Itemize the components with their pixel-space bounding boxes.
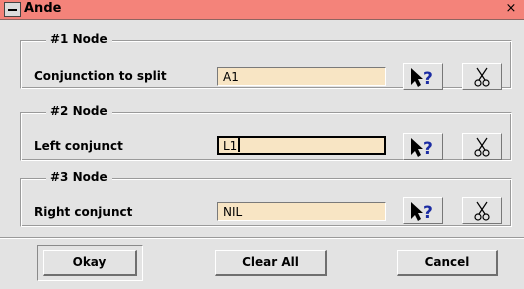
conjunction-to-split-label: Conjunction to split [34, 69, 167, 83]
node-3-legend: #3 Node [46, 170, 112, 184]
left-conjunct-field[interactable]: L1 [217, 136, 386, 155]
pointer-question-icon: ? [411, 138, 433, 159]
pick-node-button-1[interactable]: ? [403, 63, 443, 90]
text-caret [238, 138, 241, 152]
scissors-icon [474, 137, 490, 157]
window-menu-icon[interactable] [4, 2, 21, 17]
left-conjunct-value: L1 [223, 139, 238, 153]
close-icon[interactable]: × [503, 2, 519, 16]
node-2-legend: #2 Node [46, 104, 112, 118]
node-1-legend: #1 Node [46, 32, 112, 46]
okay-button[interactable]: Okay [43, 250, 137, 276]
scissors-icon [474, 201, 490, 221]
cut-button-3[interactable] [462, 197, 502, 224]
pointer-question-icon: ? [411, 202, 433, 223]
right-conjunct-value: NIL [223, 205, 243, 219]
button-separator [0, 237, 524, 239]
left-conjunct-label: Left conjunct [34, 139, 123, 153]
clear-all-button[interactable]: Clear All [215, 250, 327, 276]
conjunction-to-split-value: A1 [223, 70, 239, 84]
pick-node-button-2[interactable]: ? [403, 133, 443, 160]
pointer-question-icon: ? [411, 68, 433, 89]
svg-text:?: ? [423, 203, 433, 223]
cancel-button[interactable]: Cancel [397, 250, 498, 276]
scissors-icon [474, 67, 490, 87]
title-bar[interactable]: Ande × [0, 0, 524, 20]
window-title: Ande [24, 1, 62, 16]
svg-text:?: ? [423, 139, 433, 159]
cut-button-1[interactable] [462, 63, 502, 90]
right-conjunct-label: Right conjunct [34, 205, 133, 219]
pick-node-button-3[interactable]: ? [403, 197, 443, 224]
cut-button-2[interactable] [462, 133, 502, 160]
svg-text:?: ? [423, 69, 433, 89]
ande-dialog: Ande × #1 Node Conjunction to split A1 ?… [0, 0, 524, 289]
conjunction-to-split-field[interactable]: A1 [217, 67, 386, 86]
right-conjunct-field[interactable]: NIL [217, 202, 386, 221]
